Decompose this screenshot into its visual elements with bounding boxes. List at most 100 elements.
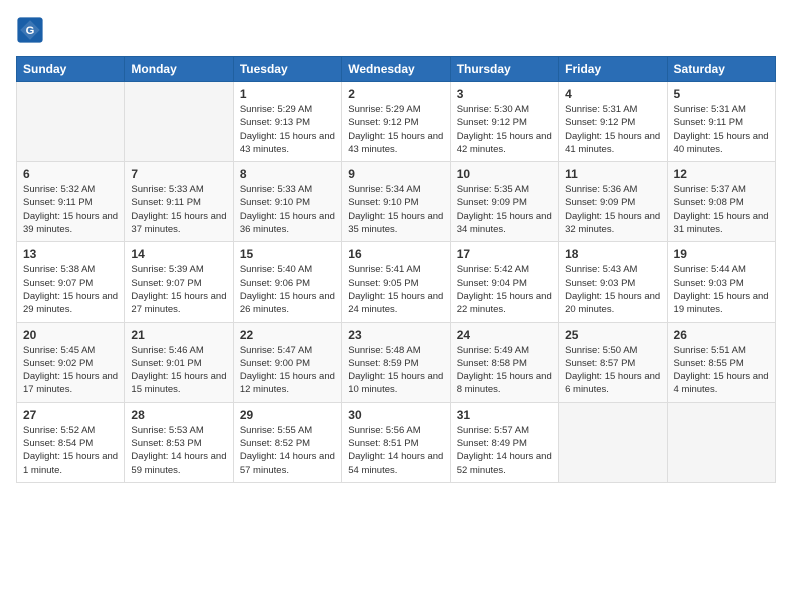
day-number: 27 xyxy=(23,408,118,422)
day-number: 2 xyxy=(348,87,443,101)
day-number: 20 xyxy=(23,328,118,342)
calendar-cell: 10Sunrise: 5:35 AM Sunset: 9:09 PM Dayli… xyxy=(450,162,558,242)
calendar-table: SundayMondayTuesdayWednesdayThursdayFrid… xyxy=(16,56,776,483)
calendar-cell: 9Sunrise: 5:34 AM Sunset: 9:10 PM Daylig… xyxy=(342,162,450,242)
page-header: G xyxy=(16,16,776,44)
calendar-cell: 3Sunrise: 5:30 AM Sunset: 9:12 PM Daylig… xyxy=(450,82,558,162)
day-info: Sunrise: 5:53 AM Sunset: 8:53 PM Dayligh… xyxy=(131,424,226,477)
calendar-cell: 18 Sunrise: 5:43 AM Sunset: 9:03 PM Dayli… xyxy=(559,242,667,322)
day-info: Sunrise: 5:29 AM Sunset: 9:12 PM Dayligh… xyxy=(348,103,443,156)
calendar-cell: 29 Sunrise: 5:55 AM Sunset: 8:52 PM Dayli… xyxy=(233,402,341,482)
col-header-sunday: Sunday xyxy=(17,57,125,82)
day-info: Sunrise: 5:48 AM Sunset: 8:59 PM Dayligh… xyxy=(348,344,443,397)
calendar-cell: 17 Sunrise: 5:42 AM Sunset: 9:04 PM Dayli… xyxy=(450,242,558,322)
calendar-cell: 30 Sunrise: 5:56 AM Sunset: 8:51 PM Dayli… xyxy=(342,402,450,482)
day-number: 9 xyxy=(348,167,443,181)
col-header-friday: Friday xyxy=(559,57,667,82)
calendar-cell xyxy=(559,402,667,482)
day-info: Sunrise: 5:29 AM Sunset: 9:13 PM Dayligh… xyxy=(240,103,335,156)
calendar-cell: 1 Sunrise: 5:29 AM Sunset: 9:13 PM Daylig… xyxy=(233,82,341,162)
day-info: Sunrise: 5:36 AM Sunset: 9:09 PM Dayligh… xyxy=(565,183,660,236)
day-number: 13 xyxy=(23,247,118,261)
calendar-week-1: 1 Sunrise: 5:29 AM Sunset: 9:13 PM Daylig… xyxy=(17,82,776,162)
calendar-cell: 16 Sunrise: 5:41 AM Sunset: 9:05 PM Dayli… xyxy=(342,242,450,322)
day-info: Sunrise: 5:38 AM Sunset: 9:07 PM Dayligh… xyxy=(23,263,118,316)
calendar-cell: 28Sunrise: 5:53 AM Sunset: 8:53 PM Dayli… xyxy=(125,402,233,482)
day-info: Sunrise: 5:50 AM Sunset: 8:57 PM Dayligh… xyxy=(565,344,660,397)
calendar-cell: 21 Sunrise: 5:46 AM Sunset: 9:01 PM Dayli… xyxy=(125,322,233,402)
day-info: Sunrise: 5:47 AM Sunset: 9:00 PM Dayligh… xyxy=(240,344,335,397)
day-number: 16 xyxy=(348,247,443,261)
day-number: 21 xyxy=(131,328,226,342)
calendar-cell: 19Sunrise: 5:44 AM Sunset: 9:03 PM Dayli… xyxy=(667,242,775,322)
calendar-cell: 27Sunrise: 5:52 AM Sunset: 8:54 PM Dayli… xyxy=(17,402,125,482)
calendar-cell: 5 Sunrise: 5:31 AM Sunset: 9:11 PM Daylig… xyxy=(667,82,775,162)
calendar-cell: 7 Sunrise: 5:33 AM Sunset: 9:11 PM Daylig… xyxy=(125,162,233,242)
calendar-cell: 15 Sunrise: 5:40 AM Sunset: 9:06 PM Dayli… xyxy=(233,242,341,322)
day-number: 6 xyxy=(23,167,118,181)
day-info: Sunrise: 5:46 AM Sunset: 9:01 PM Dayligh… xyxy=(131,344,226,397)
day-info: Sunrise: 5:31 AM Sunset: 9:12 PM Dayligh… xyxy=(565,103,660,156)
day-info: Sunrise: 5:55 AM Sunset: 8:52 PM Dayligh… xyxy=(240,424,335,477)
calendar-cell: 26 Sunrise: 5:51 AM Sunset: 8:55 PM Dayli… xyxy=(667,322,775,402)
day-number: 29 xyxy=(240,408,335,422)
day-number: 7 xyxy=(131,167,226,181)
day-number: 25 xyxy=(565,328,660,342)
day-info: Sunrise: 5:43 AM Sunset: 9:03 PM Dayligh… xyxy=(565,263,660,316)
day-info: Sunrise: 5:32 AM Sunset: 9:11 PM Dayligh… xyxy=(23,183,118,236)
calendar-cell: 14 Sunrise: 5:39 AM Sunset: 9:07 PM Dayli… xyxy=(125,242,233,322)
calendar-week-2: 6 Sunrise: 5:32 AM Sunset: 9:11 PM Daylig… xyxy=(17,162,776,242)
calendar-body: 1 Sunrise: 5:29 AM Sunset: 9:13 PM Daylig… xyxy=(17,82,776,483)
day-info: Sunrise: 5:56 AM Sunset: 8:51 PM Dayligh… xyxy=(348,424,443,477)
calendar-cell: 23 Sunrise: 5:48 AM Sunset: 8:59 PM Dayli… xyxy=(342,322,450,402)
col-header-monday: Monday xyxy=(125,57,233,82)
day-info: Sunrise: 5:33 AM Sunset: 9:11 PM Dayligh… xyxy=(131,183,226,236)
day-number: 5 xyxy=(674,87,769,101)
calendar-cell: 11 Sunrise: 5:36 AM Sunset: 9:09 PM Dayli… xyxy=(559,162,667,242)
day-number: 19 xyxy=(674,247,769,261)
day-number: 11 xyxy=(565,167,660,181)
day-info: Sunrise: 5:42 AM Sunset: 9:04 PM Dayligh… xyxy=(457,263,552,316)
col-header-thursday: Thursday xyxy=(450,57,558,82)
calendar-week-3: 13 Sunrise: 5:38 AM Sunset: 9:07 PM Dayli… xyxy=(17,242,776,322)
day-number: 17 xyxy=(457,247,552,261)
day-number: 23 xyxy=(348,328,443,342)
calendar-header: SundayMondayTuesdayWednesdayThursdayFrid… xyxy=(17,57,776,82)
day-info: Sunrise: 5:41 AM Sunset: 9:05 PM Dayligh… xyxy=(348,263,443,316)
day-number: 10 xyxy=(457,167,552,181)
day-number: 8 xyxy=(240,167,335,181)
day-info: Sunrise: 5:31 AM Sunset: 9:11 PM Dayligh… xyxy=(674,103,769,156)
day-number: 4 xyxy=(565,87,660,101)
calendar-cell: 24 Sunrise: 5:49 AM Sunset: 8:58 PM Dayli… xyxy=(450,322,558,402)
calendar-cell: 8 Sunrise: 5:33 AM Sunset: 9:10 PM Daylig… xyxy=(233,162,341,242)
col-header-tuesday: Tuesday xyxy=(233,57,341,82)
day-number: 1 xyxy=(240,87,335,101)
day-number: 15 xyxy=(240,247,335,261)
day-info: Sunrise: 5:37 AM Sunset: 9:08 PM Dayligh… xyxy=(674,183,769,236)
calendar-cell: 22 Sunrise: 5:47 AM Sunset: 9:00 PM Dayli… xyxy=(233,322,341,402)
day-number: 18 xyxy=(565,247,660,261)
day-info: Sunrise: 5:39 AM Sunset: 9:07 PM Dayligh… xyxy=(131,263,226,316)
day-info: Sunrise: 5:57 AM Sunset: 8:49 PM Dayligh… xyxy=(457,424,552,477)
day-number: 24 xyxy=(457,328,552,342)
calendar-cell: 12Sunrise: 5:37 AM Sunset: 9:08 PM Dayli… xyxy=(667,162,775,242)
calendar-cell xyxy=(667,402,775,482)
calendar-week-5: 27Sunrise: 5:52 AM Sunset: 8:54 PM Dayli… xyxy=(17,402,776,482)
day-number: 22 xyxy=(240,328,335,342)
calendar-week-4: 20 Sunrise: 5:45 AM Sunset: 9:02 PM Dayli… xyxy=(17,322,776,402)
day-info: Sunrise: 5:40 AM Sunset: 9:06 PM Dayligh… xyxy=(240,263,335,316)
day-info: Sunrise: 5:45 AM Sunset: 9:02 PM Dayligh… xyxy=(23,344,118,397)
calendar-cell xyxy=(17,82,125,162)
day-info: Sunrise: 5:30 AM Sunset: 9:12 PM Dayligh… xyxy=(457,103,552,156)
svg-text:G: G xyxy=(26,25,35,37)
logo: G xyxy=(16,16,48,44)
day-number: 14 xyxy=(131,247,226,261)
calendar-cell xyxy=(125,82,233,162)
day-number: 26 xyxy=(674,328,769,342)
calendar-cell: 31Sunrise: 5:57 AM Sunset: 8:49 PM Dayli… xyxy=(450,402,558,482)
day-info: Sunrise: 5:49 AM Sunset: 8:58 PM Dayligh… xyxy=(457,344,552,397)
day-info: Sunrise: 5:33 AM Sunset: 9:10 PM Dayligh… xyxy=(240,183,335,236)
day-number: 30 xyxy=(348,408,443,422)
calendar-cell: 6 Sunrise: 5:32 AM Sunset: 9:11 PM Daylig… xyxy=(17,162,125,242)
day-info: Sunrise: 5:51 AM Sunset: 8:55 PM Dayligh… xyxy=(674,344,769,397)
